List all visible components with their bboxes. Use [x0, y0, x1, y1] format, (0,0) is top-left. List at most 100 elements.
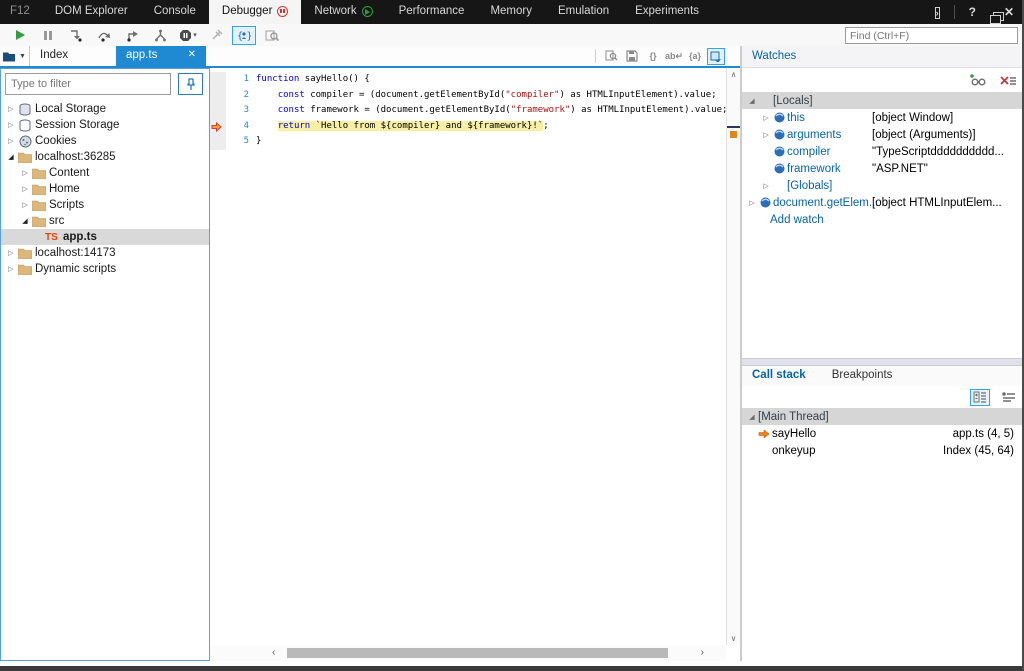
breakpoint-gutter[interactable]	[210, 119, 226, 135]
undock-window-button[interactable]: ›	[935, 5, 940, 19]
tree-item-session-storage[interactable]: ▷Session Storage	[1, 117, 209, 133]
expanded-expander-icon[interactable]: ◢	[746, 97, 758, 105]
stack-frame-sayhello[interactable]: sayHelloapp.ts (4, 5)	[742, 425, 1024, 442]
file-tab-app-ts[interactable]: app.ts✕	[116, 46, 206, 66]
collapsed-expander-icon[interactable]: ▷	[5, 137, 17, 145]
editor-vertical-scrollbar[interactable]: ∧ ∨	[726, 68, 740, 645]
tree-item-dynamic-scripts[interactable]: ▷Dynamic scripts	[1, 261, 209, 277]
stack-frame-onkeyup[interactable]: onkeyupIndex (45, 64)	[742, 442, 1024, 459]
word-wrap-button[interactable]: ab↵	[665, 48, 683, 65]
code-line[interactable]: 1function sayHello() {	[210, 72, 726, 88]
file-filter-input[interactable]	[5, 73, 171, 95]
help-button[interactable]: ?	[969, 5, 976, 19]
save-button[interactable]	[623, 48, 641, 65]
pin-sidebar-button[interactable]	[178, 73, 203, 95]
find-input[interactable]	[845, 27, 1018, 44]
close-tab-icon[interactable]: ✕	[188, 49, 196, 66]
source-map-toggle-button[interactable]	[707, 48, 725, 65]
editor-horizontal-scrollbar[interactable]: ‹ ›	[210, 645, 726, 661]
add-watch-button[interactable]	[968, 72, 988, 89]
collapsed-expander-icon[interactable]: ▷	[5, 265, 17, 273]
expanded-expander-icon[interactable]: ◢	[5, 153, 17, 161]
top-tab-dom-explorer[interactable]: DOM Explorer	[42, 0, 141, 24]
collapsed-expander-icon[interactable]: ▷	[760, 182, 772, 190]
close-devtools-button[interactable]: ✕	[1004, 5, 1014, 19]
scroll-left-icon[interactable]: ‹	[272, 647, 275, 658]
tree-item-localhost-36285[interactable]: ◢localhost:36285	[1, 149, 209, 165]
collapsed-expander-icon[interactable]: ▷	[19, 185, 31, 193]
code-editor[interactable]: 1function sayHello() {2 const compiler =…	[210, 68, 740, 661]
top-tab-experiments[interactable]: Experiments	[622, 0, 712, 24]
detach-debugger-button[interactable]	[204, 26, 228, 45]
code-line[interactable]: 4 return `Hello from ${compiler} and ${f…	[210, 119, 726, 135]
step-over-button[interactable]	[92, 26, 116, 45]
top-tab-network[interactable]: Network	[301, 0, 385, 24]
tree-item-src[interactable]: ◢src	[1, 213, 209, 229]
watch-row-this[interactable]: ▷this[object Window]	[742, 109, 1024, 126]
tree-item-home[interactable]: ▷Home	[1, 181, 209, 197]
step-into-button[interactable]	[64, 26, 88, 45]
find-in-code-button[interactable]	[602, 48, 620, 65]
scroll-down-icon[interactable]: ∨	[727, 634, 740, 643]
collapsed-expander-icon[interactable]: ▷	[760, 114, 772, 122]
find-references-button[interactable]	[260, 26, 284, 45]
top-tab-debugger[interactable]: Debugger	[209, 0, 302, 24]
collapsed-expander-icon[interactable]: ▷	[19, 169, 31, 177]
tree-item-scripts[interactable]: ▷Scripts	[1, 197, 209, 213]
top-tab-memory[interactable]: Memory	[477, 0, 545, 24]
source-picker-button[interactable]: ▼	[0, 46, 30, 66]
breakpoint-gutter[interactable]	[210, 103, 226, 119]
watch-row--locals-[interactable]: ◢[Locals]	[742, 92, 1024, 109]
code-line[interactable]: 3 const framework = (document.getElement…	[210, 103, 726, 119]
exception-control-button[interactable]: ▾	[176, 26, 200, 45]
watches-callstack-divider[interactable]	[742, 358, 1024, 366]
delete-all-watches-button[interactable]	[998, 72, 1018, 89]
break-on-new-worker-button[interactable]	[148, 26, 172, 45]
collapsed-expander-icon[interactable]: ▷	[5, 249, 17, 257]
top-tab-console[interactable]: Console	[141, 0, 209, 24]
debug-just-my-code-button[interactable]: {}	[232, 26, 256, 45]
collapsed-expander-icon[interactable]: ▷	[760, 131, 772, 139]
tab-call-stack[interactable]: Call stack	[752, 369, 806, 386]
collapsed-expander-icon[interactable]: ▷	[5, 121, 17, 129]
collapsed-expander-icon[interactable]: ▷	[19, 201, 31, 209]
watch-row-arguments[interactable]: ▷arguments[object (Arguments)]	[742, 126, 1024, 143]
watch-row-framework[interactable]: framework"ASP.NET"	[742, 160, 1024, 177]
scroll-up-icon[interactable]: ∧	[727, 70, 740, 79]
add-watch-link[interactable]: Add watch	[742, 211, 1024, 228]
breakpoint-gutter[interactable]	[210, 134, 226, 150]
controls-separator	[954, 5, 955, 19]
watch-row-document-getelem-[interactable]: ▷document.getElem...[object HTMLInputEle…	[742, 194, 1024, 211]
collapsed-expander-icon[interactable]: ▷	[5, 105, 17, 113]
show-library-frames-button[interactable]	[970, 389, 990, 406]
file-tab-Index[interactable]: Index	[30, 46, 116, 66]
pretty-print-button[interactable]: {}	[644, 48, 662, 65]
break-button[interactable]	[36, 26, 60, 45]
tree-item-app-ts[interactable]: TSapp.ts	[1, 229, 209, 245]
expanded-expander-icon[interactable]: ◢	[19, 217, 31, 225]
expanded-expander-icon[interactable]: ◢	[746, 413, 758, 421]
tree-item-content[interactable]: ▷Content	[1, 165, 209, 181]
show-compiled-source-button[interactable]: {a}	[686, 48, 704, 65]
horizontal-scroll-thumb[interactable]	[287, 648, 668, 658]
collapsed-expander-icon[interactable]: ▷	[746, 199, 758, 207]
tree-item-localhost-14173[interactable]: ▷localhost:14173	[1, 245, 209, 261]
code-line[interactable]: 5}	[210, 134, 726, 150]
tab-breakpoints[interactable]: Breakpoints	[832, 369, 893, 386]
watch-row--globals-[interactable]: ▷[Globals]	[742, 177, 1024, 194]
step-out-button[interactable]	[120, 26, 144, 45]
scroll-right-icon[interactable]: ›	[701, 647, 704, 658]
breakpoint-gutter[interactable]	[210, 72, 226, 88]
thread-row[interactable]: ◢[Main Thread]	[742, 408, 1024, 425]
top-tab-emulation[interactable]: Emulation	[545, 0, 622, 24]
code-token: "compiler"	[505, 90, 559, 100]
code-line[interactable]: 2 const compiler = (document.getElementB…	[210, 88, 726, 104]
tree-item-local-storage[interactable]: ▷Local Storage	[1, 101, 209, 117]
continue-button[interactable]	[8, 26, 32, 45]
async-call-stacks-button[interactable]	[998, 389, 1018, 406]
breakpoint-gutter[interactable]	[210, 88, 226, 104]
watch-row-compiler[interactable]: compiler"TypeScriptdddddddddd...	[742, 143, 1024, 160]
exception-control-dropdown-icon[interactable]: ▾	[193, 31, 197, 39]
tree-item-cookies[interactable]: ▷Cookies	[1, 133, 209, 149]
top-tab-performance[interactable]: Performance	[386, 0, 478, 24]
